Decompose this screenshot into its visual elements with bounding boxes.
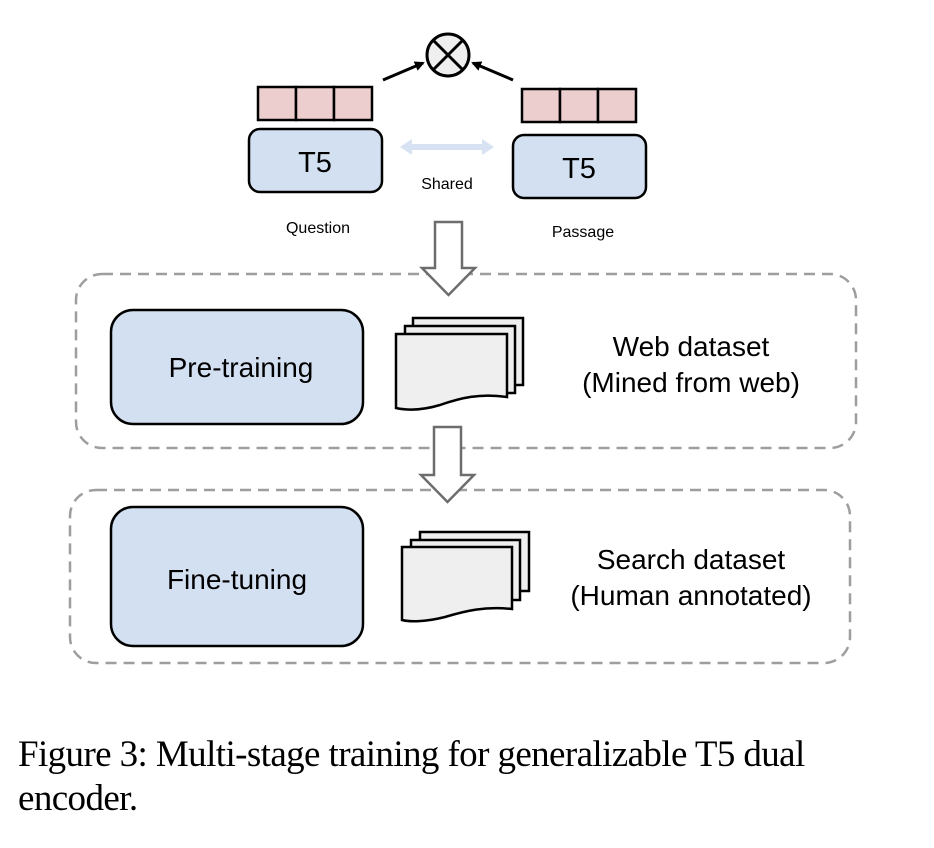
- finetuning-label: Fine-tuning: [167, 564, 307, 595]
- passage-input-label: Passage: [552, 224, 614, 241]
- dot-product-operator-icon: [425, 32, 471, 78]
- web-dataset-title: Web dataset: [613, 331, 770, 362]
- shared-weights-arrow-icon: [400, 139, 494, 155]
- search-dataset-title: Search dataset: [597, 544, 786, 575]
- pretraining-stage: Pre-training: [109, 308, 365, 426]
- shared-label: Shared: [421, 176, 473, 193]
- passage-to-operator-arrow: [471, 61, 514, 82]
- web-dataset-subtitle: (Mined from web): [582, 367, 800, 398]
- passage-embedding-vector: [520, 87, 638, 124]
- passage-encoder: T5: [511, 133, 648, 200]
- search-dataset-documents-icon: [400, 530, 531, 623]
- question-embedding-vector: [256, 85, 374, 122]
- down-arrow-icon: [419, 220, 478, 297]
- question-encoder: T5: [247, 127, 384, 194]
- question-encoder-label: T5: [298, 147, 332, 179]
- pretraining-label: Pre-training: [169, 352, 314, 383]
- web-dataset-documents-icon: [394, 316, 525, 411]
- dual-encoder-diagram: T5 T5 Shared Question Passage Pre-traini…: [68, 32, 858, 665]
- question-to-operator-arrow: [382, 61, 425, 82]
- question-input-label: Question: [286, 220, 350, 237]
- figure-caption: Figure 3: Multi-stage training for gener…: [18, 734, 805, 819]
- finetuning-stage: Fine-tuning: [109, 505, 365, 648]
- search-dataset-subtitle: (Human annotated): [570, 580, 811, 611]
- passage-encoder-label: T5: [562, 153, 596, 185]
